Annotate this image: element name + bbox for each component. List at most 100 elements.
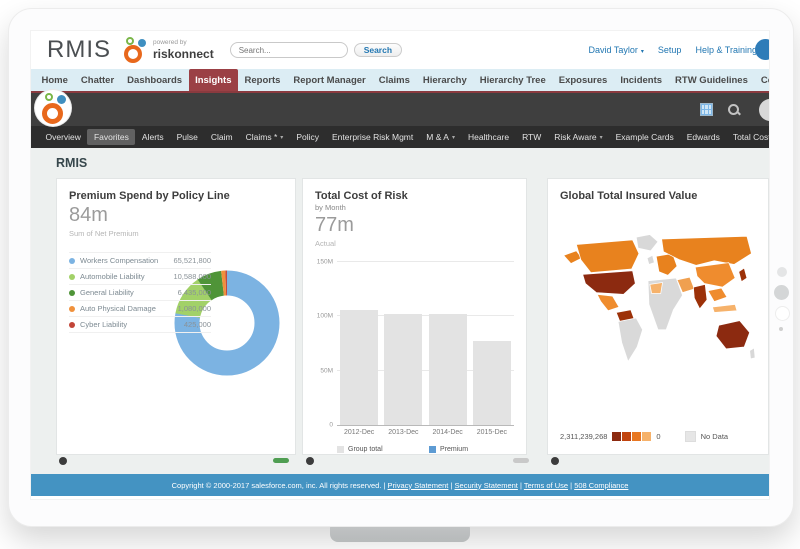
legend-label: Group total (348, 446, 383, 453)
legend-label: Cyber Liability (80, 320, 184, 329)
map-region-new-zealand[interactable] (750, 348, 755, 359)
map-region-canada[interactable] (576, 240, 639, 273)
legend-row[interactable]: Auto Physical Damage1,080,000 (69, 301, 211, 317)
card-note: Actual (315, 239, 514, 248)
tab-rtw-guidelines[interactable]: RTW Guidelines (669, 69, 755, 91)
tab-reports[interactable]: Reports (238, 69, 287, 91)
tab-insights[interactable]: Insights (189, 69, 238, 91)
legend-row[interactable]: Cyber Liability425,000 (69, 317, 211, 333)
map-region-japan[interactable] (739, 268, 747, 282)
tab-report-manager[interactable]: Report Manager (287, 69, 372, 91)
card-title: Global Total Insured Value (560, 190, 756, 202)
map-legend: 2,311,239,268 0 No Data (560, 431, 728, 442)
bar-group-2012-dec[interactable] (337, 262, 381, 425)
riskonnect-brand: powered by riskonnect (123, 37, 214, 63)
map-region-usa[interactable] (583, 271, 636, 295)
dashboard-area: RMIS Premium Spend by Policy Line 84m Su… (31, 148, 769, 474)
bezel-camera-icon (779, 327, 783, 331)
bar-group-2014-dec[interactable] (426, 262, 470, 425)
no-data-swatch-icon (685, 431, 696, 442)
map-region-uk[interactable] (647, 255, 654, 264)
tab-chatter[interactable]: Chatter (74, 69, 120, 91)
subnav-item-example-cards[interactable]: Example Cards (609, 129, 680, 145)
subnav-item-healthcare[interactable]: Healthcare (461, 129, 515, 145)
footer-link-508-compliance[interactable]: 508 Compliance (574, 481, 628, 490)
legend-row[interactable]: General Liability6,435,000 (69, 285, 211, 301)
subnav-item-enterprise-risk-mgmt[interactable]: Enterprise Risk Mgmt (326, 129, 420, 145)
tab-home[interactable]: Home (35, 69, 74, 91)
subnav-item-policy[interactable]: Policy (290, 129, 326, 145)
footer-link-privacy-statement[interactable]: Privacy Statement (388, 481, 449, 490)
subnav-item-claim[interactable]: Claim (204, 129, 239, 145)
subnav-label: Alerts (142, 132, 164, 142)
subnav-label: Pulse (177, 132, 198, 142)
map-region-india[interactable] (693, 284, 707, 309)
bar-group-2013-dec[interactable] (381, 262, 425, 425)
tab-dashboards[interactable]: Dashboards (121, 69, 189, 91)
search-icon[interactable] (727, 103, 741, 117)
profile-circle-icon[interactable] (759, 99, 770, 121)
subnav-item-risk-aware[interactable]: Risk Aware▾ (548, 129, 609, 145)
legend-value: 425,000 (184, 320, 211, 329)
subnav-item-alerts[interactable]: Alerts (135, 129, 170, 145)
subnav-item-favorites[interactable]: Favorites (87, 129, 135, 145)
tab-certificates[interactable]: Certificates (754, 69, 769, 91)
map-region-greenland[interactable] (636, 234, 658, 250)
card-global-insured-value: Global Total Insured Value (547, 178, 769, 455)
map-region-se-asia[interactable] (708, 288, 727, 302)
app-footer: Copyright © 2000-2017 salesforce.com, in… (31, 474, 769, 496)
partial-card-icon (551, 457, 559, 465)
map-region-mexico[interactable] (597, 294, 619, 310)
tab-hierarchy[interactable]: Hierarchy (416, 69, 473, 91)
riskonnect-round-logo-icon[interactable] (35, 90, 71, 126)
footer-link-terms-of-use[interactable]: Terms of Use (524, 481, 568, 490)
rmis-logo: RMIS (47, 36, 111, 64)
tab-incidents[interactable]: Incidents (614, 69, 669, 91)
bar-yaxis: 150M100M50M0 (315, 262, 337, 425)
map-region-australia[interactable] (716, 321, 750, 349)
search-input[interactable] (230, 42, 348, 58)
subnav-item-edwards[interactable]: Edwards (680, 129, 726, 145)
map-region-china[interactable] (695, 263, 735, 288)
bar-group-2015-dec[interactable] (470, 262, 514, 425)
search-button[interactable]: Search (354, 43, 402, 57)
subnav-item-rtw[interactable]: RTW (516, 129, 548, 145)
subnav-label: Total Cost of Risk (733, 132, 769, 142)
legend-dot-icon (69, 290, 75, 296)
legend-row[interactable]: Workers Compensation65,521,800 (69, 252, 211, 269)
subnav-label: Favorites (94, 132, 129, 142)
header-link-setup[interactable]: Setup (658, 45, 682, 55)
tab-hierarchy-tree[interactable]: Hierarchy Tree (473, 69, 552, 91)
map-region-south-america[interactable] (618, 318, 643, 362)
legend-value: 1,080,000 (178, 304, 211, 313)
map-region-west-africa[interactable] (650, 283, 663, 294)
subnav-item-overview[interactable]: Overview (39, 129, 87, 145)
subnav-item-pulse[interactable]: Pulse (170, 129, 204, 145)
legend-value: 10,588,000 (173, 272, 211, 281)
tab-exposures[interactable]: Exposures (552, 69, 614, 91)
x-tick-label: 2014-Dec (426, 429, 470, 436)
legend-max-value: 2,311,239,268 (560, 432, 607, 441)
user-menu[interactable]: David Taylor▾ (589, 45, 644, 55)
subnav-strip: Overview Favorites Alerts Pulse Claim Claims … (31, 126, 769, 148)
scale-swatch-icon (612, 432, 621, 441)
header-link-help-training[interactable]: Help & Training (695, 45, 757, 55)
legend-label: Workers Compensation (80, 256, 173, 265)
legend-label: Premium (440, 446, 468, 453)
tab-claims[interactable]: Claims (372, 69, 416, 91)
subnav-item-m-a[interactable]: M & A▾ (420, 129, 462, 145)
notification-bubble-icon[interactable] (755, 39, 770, 60)
legend-item-premium[interactable]: Premium (429, 446, 514, 453)
footer-link-security-statement[interactable]: Security Statement (455, 481, 518, 490)
legend-row[interactable]: Automobile Liability10,588,000 (69, 269, 211, 285)
subnav-item-total-cost-of-risk[interactable]: Total Cost of Risk (726, 129, 769, 145)
map-region-indonesia[interactable] (712, 304, 737, 312)
subnav-label: Claim (211, 132, 233, 142)
screen: RMIS powered by riskonnect Search David … (30, 30, 770, 500)
app-grid-icon[interactable] (700, 103, 713, 116)
card-big-number: 77m (315, 214, 514, 237)
card-total-cost-of-risk: Total Cost of Risk by Month 77m Actual 1… (302, 178, 527, 455)
legend-item-group-total[interactable]: Group total (337, 446, 429, 453)
legend-value: 65,521,800 (173, 256, 211, 265)
subnav-item-claims[interactable]: Claims *▾ (239, 129, 290, 145)
